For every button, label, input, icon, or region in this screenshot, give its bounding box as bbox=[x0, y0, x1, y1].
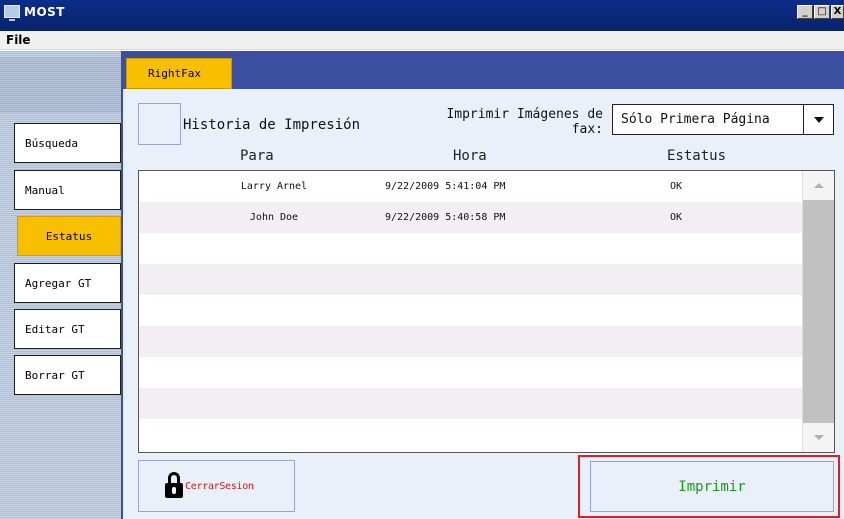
empty-row bbox=[139, 326, 803, 357]
cell-estatus: OK bbox=[670, 181, 683, 192]
print-images-label-line1: Imprimir Imágenes de bbox=[446, 107, 603, 122]
column-header-hora: Hora bbox=[453, 148, 487, 164]
tab-rightfax[interactable]: RightFax bbox=[126, 58, 232, 89]
monitor-icon bbox=[4, 5, 20, 21]
nav-borrar-gt-button[interactable]: Borrar GT bbox=[14, 355, 121, 395]
close-button[interactable]: X bbox=[831, 5, 844, 19]
print-images-label: Imprimir Imágenes de fax: bbox=[420, 107, 603, 137]
history-table: Larry Arnel 9/22/2009 5:41:04 PM OK John… bbox=[138, 170, 835, 453]
column-header-estatus: Estatus bbox=[667, 148, 727, 164]
maximize-button[interactable]: □ bbox=[814, 5, 830, 19]
title-bar: MOST _ □ X bbox=[0, 0, 844, 31]
nav-estatus-button[interactable]: Estatus bbox=[17, 216, 121, 256]
empty-row bbox=[139, 233, 803, 264]
print-button[interactable]: Imprimir bbox=[590, 461, 834, 512]
nav-manual-button[interactable]: Manual bbox=[14, 170, 121, 210]
nav-busqueda-button[interactable]: Búsqueda bbox=[14, 123, 121, 163]
print-images-selected-value: Sólo Primera Página bbox=[621, 112, 770, 127]
empty-row bbox=[139, 357, 803, 388]
logout-button[interactable]: CerrarSesion bbox=[138, 460, 295, 512]
menu-file[interactable]: File bbox=[6, 33, 31, 47]
nav-agregar-gt-button[interactable]: Agregar GT bbox=[14, 263, 121, 303]
cell-para: John Doe bbox=[249, 212, 299, 223]
logout-label: CerrarSesion bbox=[185, 480, 254, 492]
dropdown-arrow-icon[interactable] bbox=[803, 105, 833, 134]
cell-para: Larry Arnel bbox=[240, 181, 308, 192]
minimize-button[interactable]: _ bbox=[797, 5, 813, 19]
print-images-label-line2: fax: bbox=[571, 122, 603, 137]
history-checkbox[interactable] bbox=[138, 103, 181, 145]
history-label: Historia de Impresión bbox=[183, 117, 361, 133]
scroll-down-arrow-icon[interactable] bbox=[803, 423, 834, 452]
column-header-para: Para bbox=[240, 148, 274, 164]
table-row[interactable]: Larry Arnel 9/22/2009 5:41:04 PM OK bbox=[139, 171, 803, 202]
empty-row bbox=[139, 295, 803, 326]
scroll-up-arrow-icon[interactable] bbox=[803, 171, 834, 200]
empty-row bbox=[139, 419, 803, 450]
table-scrollbar[interactable] bbox=[802, 171, 834, 452]
cell-hora: 9/22/2009 5:40:58 PM bbox=[385, 212, 506, 223]
cell-hora: 9/22/2009 5:41:04 PM bbox=[385, 181, 506, 192]
cell-estatus: OK bbox=[670, 212, 683, 223]
lock-icon bbox=[165, 472, 183, 500]
left-nav-header bbox=[0, 57, 121, 113]
empty-row bbox=[139, 388, 803, 419]
table-row[interactable]: John Doe 9/22/2009 5:40:58 PM OK bbox=[139, 202, 803, 233]
print-images-select[interactable]: Sólo Primera Página bbox=[612, 104, 834, 135]
nav-editar-gt-button[interactable]: Editar GT bbox=[14, 309, 121, 349]
tab-strip: RightFax bbox=[121, 51, 844, 89]
empty-row bbox=[139, 264, 803, 295]
window-title: MOST bbox=[24, 5, 65, 19]
menu-bar: File bbox=[0, 31, 844, 50]
